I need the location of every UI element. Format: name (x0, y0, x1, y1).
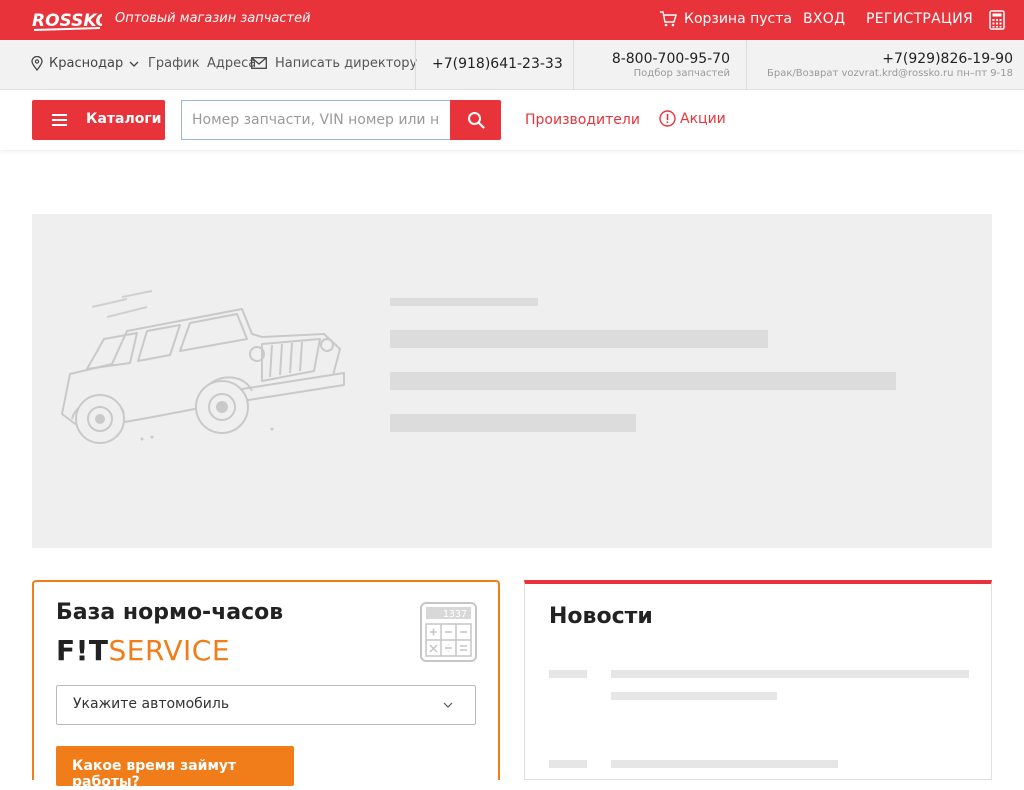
car-select-dropdown[interactable]: Укажите автомобиль (56, 685, 476, 725)
loading-skeleton-line (549, 670, 587, 678)
estimate-time-button[interactable]: Какое время займут работы? (56, 746, 294, 790)
norm-hours-title: База нормо-часов (56, 600, 284, 625)
phone-returns-block: +7(929)826-19-90 Брак/Возврат vozvrat.kr… (767, 51, 1013, 80)
info-bar: Краснодар График Адреса Написать директо… (0, 40, 1024, 90)
promo-link[interactable]: Акции (659, 110, 726, 127)
phone-main[interactable]: +7(918)641-23-33 (432, 56, 563, 72)
alert-icon (659, 110, 676, 127)
fitservice-logo: F!TSERVICE (56, 634, 230, 667)
loading-skeleton-line (390, 330, 768, 348)
cart-label: Корзина пуста (684, 11, 792, 27)
news-title: Новости (549, 604, 653, 629)
search-input[interactable] (181, 100, 450, 140)
loading-skeleton-line (390, 414, 636, 432)
calculator-icon: 1337 (420, 602, 477, 662)
loading-skeleton-line (390, 372, 896, 390)
chevron-down-icon (129, 61, 139, 67)
phone-parts-caption: Подбор запчастей (633, 68, 730, 79)
divider (415, 40, 416, 90)
location-pin-icon (31, 56, 43, 71)
menu-icon (52, 114, 67, 126)
phone-returns[interactable]: +7(929)826-19-90 (767, 51, 1013, 67)
cart-link[interactable]: Корзина пуста (659, 11, 792, 27)
jeep-illustration (61, 290, 345, 444)
addresses-link[interactable]: Адреса (207, 56, 256, 71)
site-tagline: Оптовый магазин запчастей (115, 11, 311, 26)
phone-returns-caption: Брак/Возврат vozvrat.krd@rossko.ru пн–пт… (767, 68, 1013, 79)
calculator-icon[interactable] (989, 10, 1005, 30)
register-link[interactable]: РЕГИСТРАЦИЯ (866, 11, 973, 27)
search-button[interactable] (450, 100, 501, 140)
chevron-down-icon (443, 702, 453, 708)
schedule-link[interactable]: График (148, 56, 200, 71)
fitservice-logo-orange: SERVICE (108, 634, 231, 667)
loading-skeleton-line (390, 298, 538, 306)
loading-skeleton-line (611, 760, 838, 768)
catalogs-label: Каталоги (86, 111, 162, 127)
top-header-bar: ROSSKO Оптовый магазин запчастей Корзина… (0, 0, 1024, 40)
search-icon (467, 112, 485, 129)
divider (746, 40, 747, 90)
phone-parts[interactable]: 8-800-700-95-70 (612, 51, 730, 67)
mail-icon (251, 57, 267, 69)
norm-hours-card: База нормо-часов F!TSERVICE 1337 Укажите… (32, 580, 500, 790)
news-card: Новости (524, 580, 992, 780)
fitservice-logo-dark: F!T (56, 634, 109, 667)
producers-link[interactable]: Производители (525, 112, 640, 128)
car-select-label: Укажите автомобиль (73, 696, 230, 712)
city-selector[interactable]: Краснодар (31, 56, 139, 71)
loading-skeleton-line (611, 670, 969, 678)
cart-icon (660, 11, 677, 27)
write-director-link[interactable]: Написать директору (275, 56, 417, 71)
city-label: Краснодар (49, 56, 124, 71)
calculator-display: 1337 (443, 609, 467, 620)
login-link[interactable]: ВХОД (803, 11, 845, 27)
phone-parts-block: 8-800-700-95-70 Подбор запчастей (612, 51, 730, 80)
loading-skeleton-line (611, 692, 777, 700)
rossko-logo[interactable]: ROSSKO (32, 6, 102, 34)
loading-skeleton-line (549, 760, 587, 768)
banner-placeholder (32, 214, 992, 548)
divider (573, 40, 574, 90)
promo-label: Акции (680, 110, 726, 127)
catalogs-button[interactable]: Каталоги (32, 100, 165, 140)
search-bar-row: Каталоги Производители Акции (0, 90, 1024, 150)
